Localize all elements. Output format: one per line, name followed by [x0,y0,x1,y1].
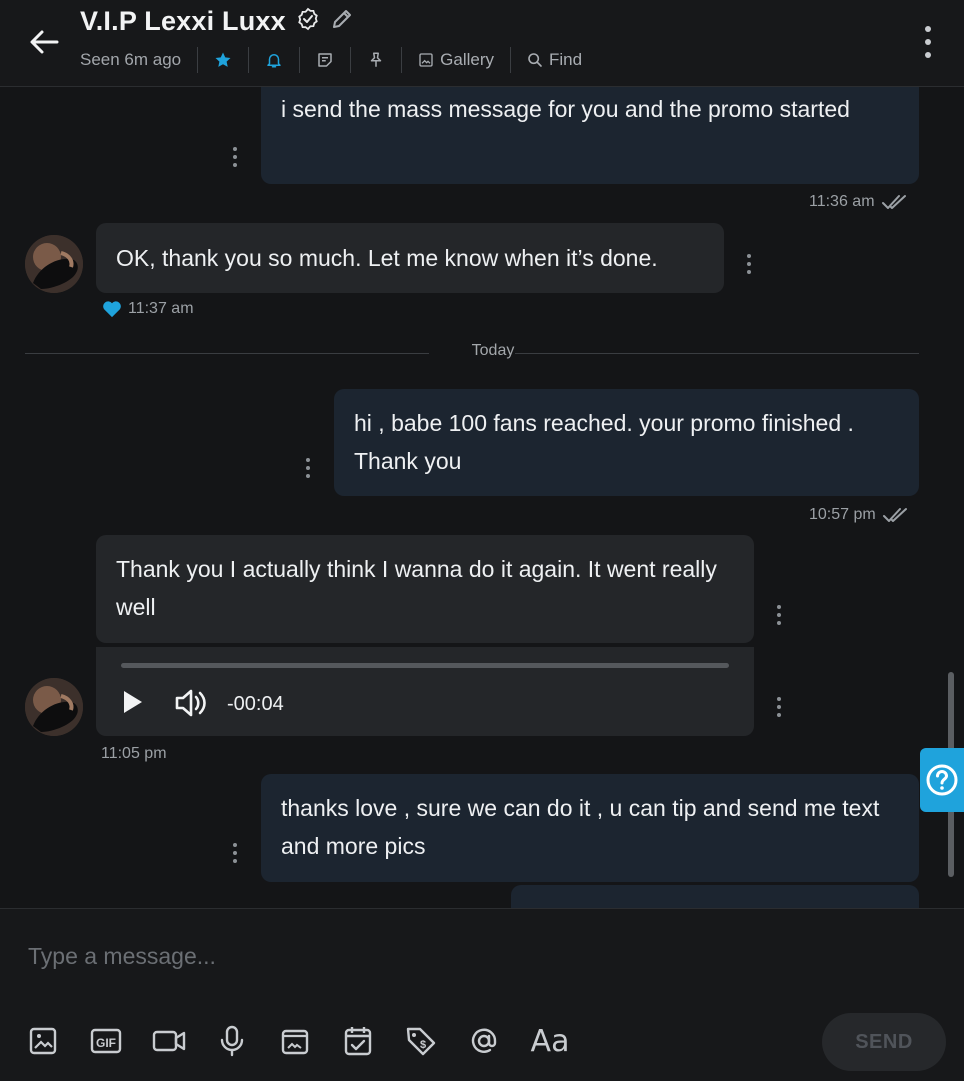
video-icon[interactable] [152,1023,186,1059]
heart-icon[interactable] [102,300,122,318]
message-composer: GIF $ Aa SEND [0,908,964,1081]
message-text: thanks love , sure we can do it , u can … [281,795,880,859]
message-input[interactable] [26,935,920,977]
message-bubble-outgoing[interactable]: hi , babe 100 fans reached. your promo f… [334,389,919,496]
message-meta: 11:36 am [809,193,909,211]
search-icon [528,53,542,67]
audio-player: -00:04 [96,647,754,736]
message-bubble-outgoing[interactable]: thanks love , sure we can do it , u can … [261,774,919,882]
pin-icon[interactable] [367,51,385,69]
calendar-check-icon[interactable] [341,1023,375,1059]
message-bubble-incoming[interactable]: OK, thank you so much. Let me know when … [96,223,724,293]
message-bubble-incoming[interactable]: Thank you I actually think I wanna do it… [96,535,754,643]
message-options-icon[interactable] [232,147,238,167]
star-icon[interactable] [214,51,232,69]
mention-icon[interactable] [467,1023,501,1059]
format-text-button[interactable]: Aa [530,1023,570,1059]
microphone-icon[interactable] [215,1023,249,1059]
message-options-icon[interactable] [776,697,782,717]
back-arrow-icon[interactable] [24,24,64,60]
gif-icon[interactable]: GIF [89,1023,123,1059]
avatar[interactable] [25,678,83,736]
vault-icon[interactable] [278,1023,312,1059]
message-options-icon[interactable] [746,254,752,274]
notes-icon[interactable] [316,51,334,69]
message-time: 10:57 pm [809,506,876,523]
chat-title[interactable]: V.I.P Lexxi Luxx [80,6,286,37]
message-time: 11:37 am [128,300,194,317]
divider [248,47,250,73]
avatar[interactable] [25,235,83,293]
price-tag-icon[interactable]: $ [404,1023,438,1059]
svg-text:$: $ [420,1039,426,1051]
image-icon[interactable] [26,1023,60,1059]
gallery-button[interactable]: Gallery [418,50,494,70]
audio-duration: -00:04 [227,693,284,715]
gif-label: GIF [96,1036,116,1050]
gallery-icon [419,53,433,67]
message-options-icon[interactable] [776,605,782,625]
message-options-icon[interactable] [305,458,311,478]
volume-icon[interactable] [174,688,208,723]
divider [299,47,301,73]
chat-header: V.I.P Lexxi Luxx Seen 6m ago Gallery Fin… [0,0,964,87]
message-options-icon[interactable] [232,843,238,863]
divider [510,47,511,73]
double-check-icon [881,195,906,209]
message-bubble-outgoing[interactable] [511,885,919,908]
bell-icon[interactable] [265,51,283,69]
divider [401,47,403,73]
edit-pencil-icon[interactable] [330,7,354,36]
verified-icon [296,7,320,36]
header-toolbar: Seen 6m ago Gallery Find [80,46,582,74]
last-seen-status: Seen 6m ago [80,50,182,69]
find-button[interactable]: Find [527,50,582,70]
message-time: 11:05 pm [101,745,167,762]
message-text: i send the mass message for you and the … [281,96,850,122]
message-text: Thank you I actually think I wanna do it… [116,556,717,620]
find-label: Find [549,50,583,69]
divider [197,47,199,73]
title-row: V.I.P Lexxi Luxx [80,6,354,37]
double-check-icon [882,508,907,522]
play-icon[interactable] [122,689,144,720]
send-button[interactable]: SEND [822,1013,946,1071]
divider [350,47,352,73]
message-text: hi , babe 100 fans reached. your promo f… [354,410,854,474]
help-icon[interactable] [920,748,964,812]
audio-progress-track[interactable] [121,663,729,668]
message-meta: 11:37 am [102,300,194,318]
more-vertical-icon[interactable] [920,26,936,58]
date-divider-label: Today [471,342,515,359]
message-list[interactable]: i send the mass message for you and the … [0,87,964,908]
gallery-label: Gallery [440,50,494,69]
composer-toolbar: GIF $ Aa [26,1023,599,1059]
message-bubble-outgoing[interactable]: i send the mass message for you and the … [261,87,919,184]
message-text: OK, thank you so much. Let me know when … [116,245,658,271]
message-meta: 11:05 pm [101,745,167,763]
message-time: 11:36 am [809,193,875,210]
message-meta: 10:57 pm [809,506,910,524]
